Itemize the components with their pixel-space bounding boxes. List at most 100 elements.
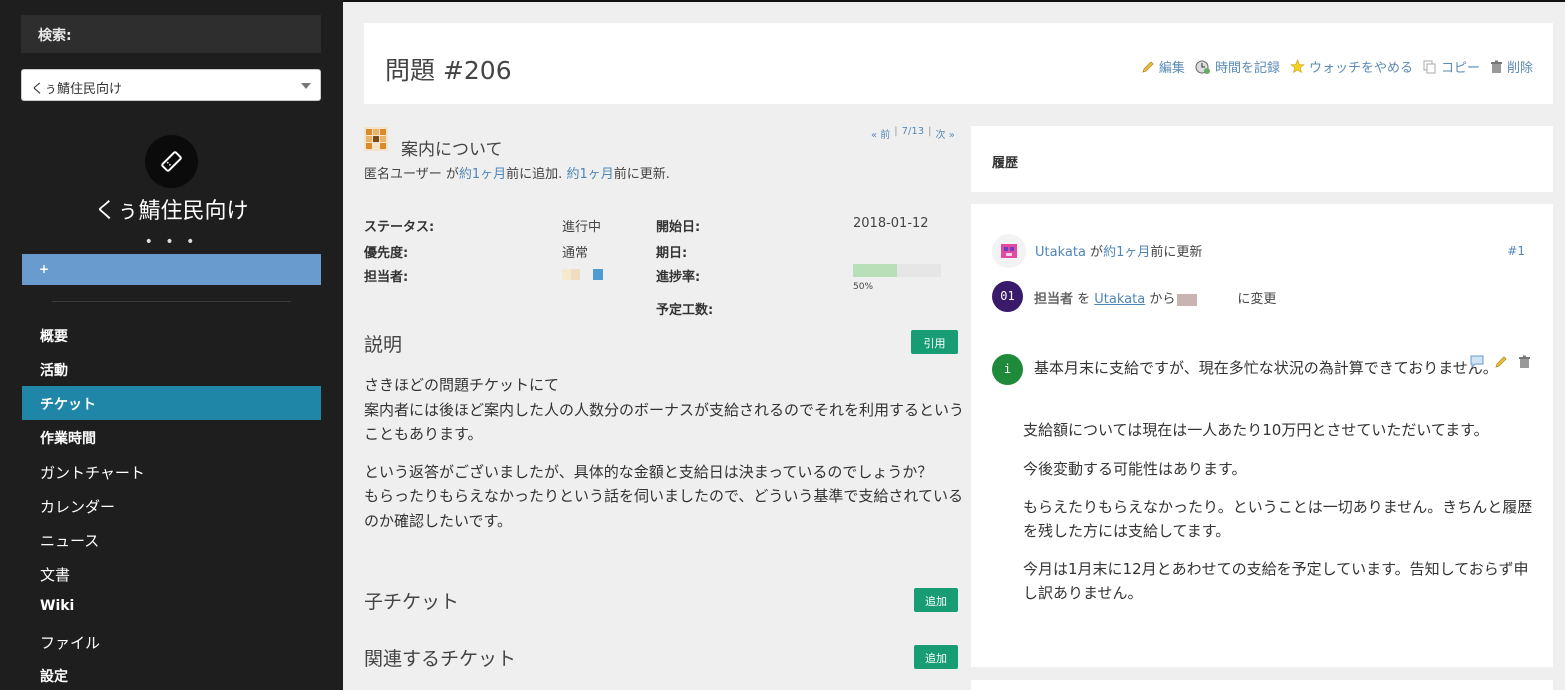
description-paragraph: さきほどの問題チケットにて 案内者には後ほど案内した人の人数分のボーナスが支給され…: [364, 376, 965, 443]
project-logo: [145, 135, 198, 188]
sidebar-item-files[interactable]: ファイル: [22, 624, 321, 658]
trash-icon[interactable]: [1518, 355, 1531, 369]
unwatch-label: ウォッチをやめる: [1308, 61, 1413, 76]
sidebar-item-settings[interactable]: 設定: [22, 658, 321, 690]
issue-pager: « 前 | 7/13 | 次 »: [871, 126, 955, 141]
issue-header: 問題 #206 編集 時間を記録 ウォッチをやめる コピー 削除: [364, 23, 1553, 104]
estimate-label: 予定工数:: [656, 303, 714, 318]
note-paragraph: 今月は1月末に12月とあわせての支給を予定しています。告知しておらず申し訳ありま…: [1023, 560, 1529, 602]
delete-button[interactable]: 削除: [1490, 57, 1533, 76]
status-value: 進行中: [562, 220, 602, 235]
log-time-label: 時間を記録: [1214, 61, 1280, 76]
redacted-space: [1199, 293, 1238, 306]
page-title: 問題 #206: [385, 56, 512, 85]
quote-comment-icon[interactable]: [1470, 355, 1484, 368]
user-avatar: [992, 234, 1026, 268]
search-label: 検索:: [38, 28, 72, 44]
copy-icon: [1423, 60, 1436, 73]
change-connector: を: [1073, 292, 1095, 307]
start-date-value: 2018-01-12: [853, 216, 929, 231]
updated-ago-link[interactable]: 約1ヶ月: [566, 167, 613, 182]
ticket-icon: [161, 151, 182, 172]
change-to: に変更: [1237, 292, 1277, 307]
next-issue-link[interactable]: 次 »: [936, 126, 955, 141]
copy-label: コピー: [1440, 61, 1480, 76]
project-select-value: くぅ鯖住民向け: [31, 82, 123, 97]
project-menu: 概要 活動 チケット 作業時間 ガントチャート カレンダー ニュース 文書 Wi…: [22, 318, 321, 690]
pager-separator: |: [928, 126, 932, 137]
edit-label: 編集: [1158, 61, 1185, 76]
author-line: 匿名ユーザー が約1ヶ月前に追加. 約1ヶ月前に更新.: [364, 163, 670, 182]
issue-subject: 案内について: [401, 140, 503, 160]
note-body: 支給額については現在は一人あたり10万円とさせていただいてます。 今後変動する可能…: [1023, 419, 1543, 620]
pager-position: 7/13: [901, 126, 925, 137]
description-paragraph: という返答がございましたが、具体的な金額と支給日は決まっているのでしょうか？ もら…: [364, 462, 963, 530]
edit-button[interactable]: 編集: [1141, 57, 1185, 76]
pager-separator: |: [894, 126, 898, 137]
journal-ago-link[interactable]: 約1ヶ月: [1103, 245, 1150, 260]
sidebar-item-documents[interactable]: 文書: [22, 556, 321, 590]
change-badge: 01: [992, 281, 1023, 312]
note-first-line: 基本月末に支給ですが、現在多忙な状況の為計算できておりません。: [1034, 359, 1498, 377]
sidebar-item-calendar[interactable]: カレンダー: [22, 488, 321, 522]
trash-icon: [1490, 60, 1502, 73]
description-title: 説明: [364, 334, 403, 356]
journal-user-link[interactable]: Utakata: [1035, 245, 1086, 260]
more-menu-button[interactable]: • • •: [0, 234, 343, 250]
added-suffix: 前に追加.: [506, 167, 563, 182]
author-name: 匿名ユーザー: [364, 167, 442, 182]
sidebar-item-gantt[interactable]: ガントチャート: [22, 454, 321, 488]
quote-button[interactable]: 引用: [911, 330, 958, 354]
star-icon: [1290, 59, 1305, 74]
sidebar-item-wiki[interactable]: Wiki: [22, 590, 321, 624]
next-journal-card: [971, 680, 1553, 690]
sidebar-item-overview[interactable]: 概要: [22, 318, 321, 352]
priority-label: 優先度:: [364, 246, 409, 261]
pencil-icon[interactable]: [1494, 355, 1508, 369]
note-tools: [1470, 355, 1531, 369]
status-label: ステータス:: [364, 220, 435, 235]
note-badge: i: [992, 354, 1023, 385]
add-subtask-button[interactable]: 追加: [914, 588, 958, 612]
sidebar-item-time-entries[interactable]: 作業時間: [22, 420, 321, 454]
sidebar-item-issues[interactable]: チケット: [22, 386, 321, 420]
unwatch-button[interactable]: ウォッチをやめる: [1290, 57, 1413, 76]
project-select[interactable]: くぅ鯖住民向け: [21, 69, 321, 101]
description-body: さきほどの問題チケットにて 案内者には後ほど案内した人の人数分のボーナスが支給され…: [364, 373, 964, 546]
journal-suffix: 前に更新: [1150, 245, 1203, 260]
change-from: から: [1145, 292, 1176, 307]
from-user-link[interactable]: Utakata: [1094, 292, 1145, 307]
progress-bar: [853, 264, 941, 277]
project-name: くぅ鯖住民向け: [94, 199, 249, 224]
chevron-down-icon: [301, 83, 311, 89]
progress-fill: [853, 264, 897, 277]
changed-field: 担当者: [1034, 292, 1074, 307]
updated-suffix: 前に更新.: [613, 167, 670, 182]
log-time-button[interactable]: 時間を記録: [1195, 57, 1280, 76]
sidebar-item-news[interactable]: ニュース: [22, 522, 321, 556]
journal-number-link[interactable]: #1: [1507, 244, 1525, 258]
copy-button[interactable]: コピー: [1423, 57, 1480, 76]
pencil-icon: [1142, 60, 1154, 73]
history-header: 履歴: [971, 126, 1553, 192]
added-ago-link[interactable]: 約1ヶ月: [459, 167, 506, 182]
author-avatar: [364, 127, 388, 151]
progress-label: 進捗率:: [656, 270, 701, 285]
sidebar-item-activity[interactable]: 活動: [22, 352, 321, 386]
relations-title: 関連するチケット: [364, 648, 517, 670]
sidebar: 検索: くぅ鯖住民向け くぅ鯖住民向け • • • + 概要 活動 チケット 作…: [0, 0, 343, 690]
new-item-button[interactable]: +: [22, 254, 321, 285]
add-relation-button[interactable]: 追加: [914, 645, 958, 669]
redacted-name: [1177, 293, 1198, 306]
history-title: 履歴: [992, 156, 1019, 171]
clock-icon: [1195, 60, 1210, 74]
assignee-label: 担当者:: [364, 270, 409, 285]
author-connector: が: [441, 167, 459, 182]
change-detail: 担当者 を Utakata から に変更: [1034, 288, 1276, 307]
sidebar-divider: [52, 301, 291, 302]
prev-issue-link[interactable]: « 前: [871, 126, 890, 141]
journal-entry: Utakata が約1ヶ月前に更新 #1 01 担当者 を Utakata から…: [971, 204, 1553, 667]
progress-percent: 50%: [853, 282, 874, 292]
search-box[interactable]: 検索:: [21, 15, 321, 53]
journal-connector: が: [1085, 245, 1104, 260]
